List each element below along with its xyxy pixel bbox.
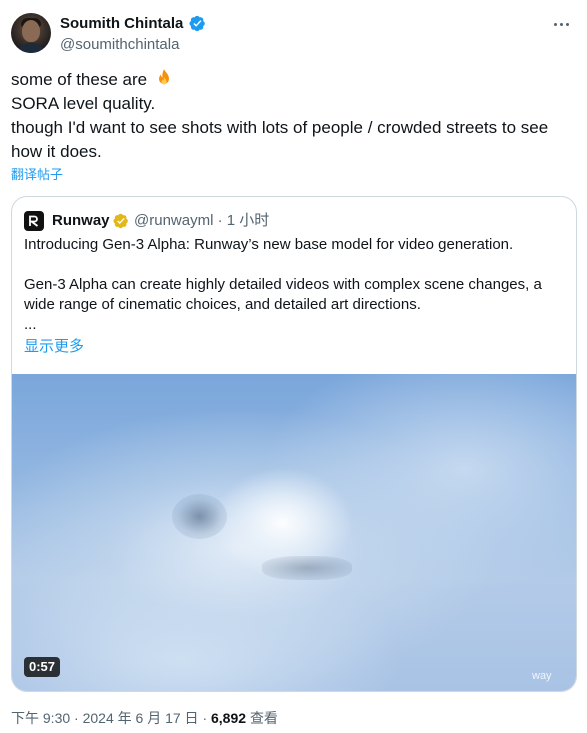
dot-icon [559,22,563,26]
quote-text: Introducing Gen-3 Alpha: Runway’s new ba… [24,235,564,335]
avatar[interactable] [11,13,51,53]
post-time: 下午 9:30 [11,710,71,726]
quote-author-display-name[interactable]: Runway [52,211,110,231]
tweet-text: some of these are SORA level quality. th… [11,68,579,164]
video-player[interactable]: 0:57 way [12,374,576,691]
quote-paragraph-1: Introducing Gen-3 Alpha: Runway’s new ba… [24,236,514,253]
post-time-link[interactable]: 下午 9:30 · 2024 年 6 月 17 日 [11,710,199,726]
show-more-link[interactable]: 显示更多 [24,337,84,357]
post-date: 2024 年 6 月 17 日 [82,710,199,726]
tweet-line-1: some of these are [11,68,579,92]
dot-icon [553,22,557,26]
quote-ellipsis: ... [24,316,37,333]
more-options-button[interactable] [548,14,574,34]
quote-tweet-card[interactable]: Runway @runwayml · 1 小时 Introducing Gen-… [11,196,577,692]
tweet-line-2: SORA level quality. [11,94,156,113]
runway-logo-mark [28,215,39,227]
meta-separator: · [217,212,223,229]
video-ground-shape [262,556,352,580]
fire-icon [158,69,169,85]
video-watermark: way [532,670,552,682]
runway-logo-icon[interactable] [24,211,44,231]
author-display-name[interactable]: Soumith Chintala [60,14,183,33]
dot-icon [565,22,569,26]
views-label: 查看 [249,710,278,726]
tweet: Soumith Chintala @soumithchintala some o… [0,0,587,733]
tweet-line-3: though I'd want to see shots with lots o… [11,118,549,161]
quote-time[interactable]: 1 小时 [227,212,270,229]
quote-meta: @runwayml · 1 小时 [134,211,269,231]
translate-post-link[interactable]: 翻译帖子 [11,166,63,183]
video-duration-badge: 0:57 [24,657,61,677]
views-count[interactable]: 6,892 [211,710,246,726]
avatar-face [22,20,40,42]
tweet-line-1-text: some of these are [11,70,148,89]
quote-paragraph-2: Gen-3 Alpha can create highly detailed v… [24,276,542,313]
video-shadow-shape [172,494,227,539]
footer-separator: · [74,710,79,726]
author-handle[interactable]: @soumithchintala [60,35,179,54]
avatar-body [16,43,46,53]
verified-badge-icon [189,15,205,32]
verified-gold-badge-icon [113,213,128,229]
footer-separator-2: · [202,710,208,726]
quote-author-handle[interactable]: @runwayml [134,212,213,229]
tweet-footer: 下午 9:30 · 2024 年 6 月 17 日 · 6,892 查看 [11,708,278,728]
